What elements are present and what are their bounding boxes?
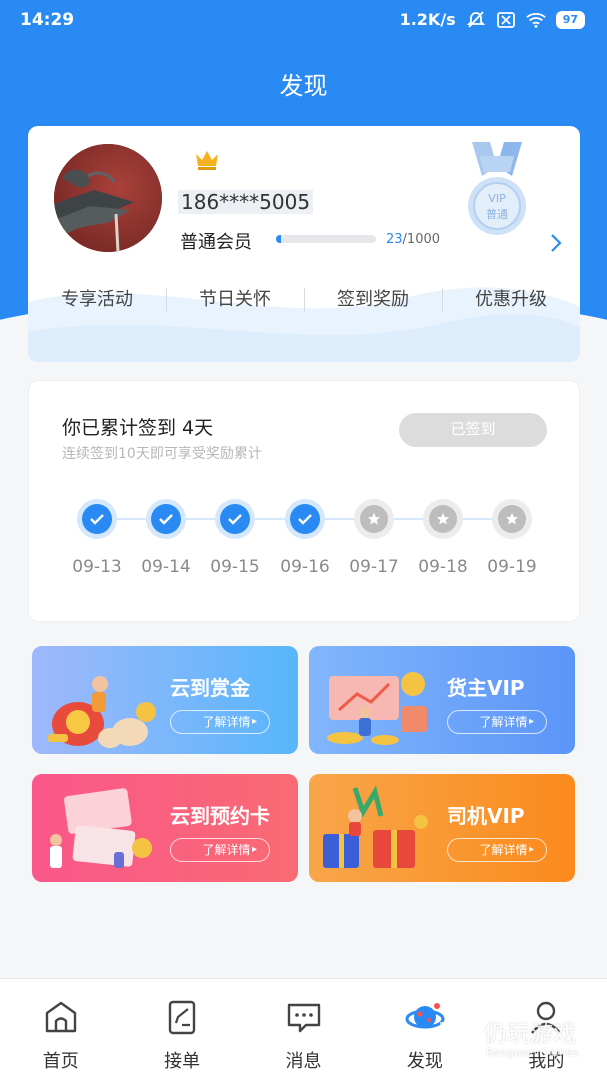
menu-holiday-care[interactable]: 节日关怀	[166, 282, 304, 318]
checkin-day: 09-16	[276, 499, 334, 577]
checkin-day-marker	[215, 499, 255, 539]
checkin-day-date: 09-19	[487, 557, 537, 577]
message-icon	[287, 1003, 320, 1033]
points-progress-fill	[276, 235, 281, 243]
checkin-day-date: 09-13	[72, 557, 122, 577]
phone-number: 186****5005	[178, 190, 314, 214]
menu-checkin-rewards[interactable]: 签到奖励	[304, 282, 442, 318]
checkin-title: 你已累计签到 4天	[62, 417, 214, 439]
check-icon	[298, 514, 312, 525]
watermark-logo-icon	[440, 1020, 477, 1056]
star-icon	[368, 513, 380, 525]
member-level: 普通会员	[180, 232, 252, 253]
points-progress-bar	[276, 235, 376, 243]
checked-in-button[interactable]: 已签到	[399, 413, 547, 447]
status-icons: 1.2K/s 97	[400, 10, 585, 29]
check-icon	[159, 514, 173, 525]
tab-messages[interactable]: 消息	[243, 979, 364, 1080]
points-progress-text: 23/1000	[386, 232, 440, 247]
page-title: 发现	[279, 72, 328, 100]
checkin-card: 你已累计签到 4天 连续签到10天即可享受奖励累计 已签到 09-13 09-1…	[28, 380, 580, 622]
checkin-day: 09-14	[137, 499, 195, 577]
checkin-day: 09-17	[345, 499, 403, 577]
home-icon	[45, 1001, 76, 1033]
watermark: 仍玩游戏 Rengwan Games	[432, 1012, 602, 1062]
status-time: 14:29	[20, 10, 75, 30]
learn-more-button[interactable]: 了解详情	[447, 838, 547, 862]
checkin-day: 09-18	[414, 499, 472, 577]
check-icon	[228, 514, 242, 525]
checkin-day: 09-19	[483, 499, 541, 577]
network-speed: 1.2K/s	[399, 10, 456, 29]
watermark-text: 仍玩游戏	[484, 1021, 576, 1047]
watermark-subtext: Rengwan Games	[486, 1046, 579, 1059]
checkin-day-date: 09-14	[141, 557, 191, 577]
status-bar: 14:29 1.2K/s 97	[0, 0, 607, 42]
chevron-right-icon[interactable]	[548, 232, 564, 254]
no-sim-icon	[496, 11, 515, 28]
checkin-day: 09-13	[68, 499, 126, 577]
promo-card-shipper-vip[interactable]: 货主VIP 了解详情	[309, 646, 575, 754]
vip-medal-icon: VIP 普通	[468, 142, 526, 235]
promo-title: 云到预约卡	[170, 804, 270, 828]
menu-discount-upgrade[interactable]: 优惠升级	[442, 282, 580, 318]
points-current: 23	[386, 232, 403, 247]
checkin-day-marker	[354, 499, 394, 539]
checkin-subtitle: 连续签到10天即可享受奖励累计	[62, 446, 262, 462]
checkin-day: 09-15	[206, 499, 264, 577]
crown-icon	[196, 151, 218, 170]
tab-orders[interactable]: 接单	[121, 979, 242, 1080]
checkin-day-marker	[423, 499, 463, 539]
checkin-day-date: 09-16	[280, 557, 330, 577]
checkin-day-marker	[492, 499, 532, 539]
member-menu: 专享活动 节日关怀 签到奖励 优惠升级	[28, 282, 580, 318]
order-icon	[168, 1000, 196, 1035]
medal-vip-text: VIP	[488, 192, 506, 205]
wifi-icon	[525, 12, 546, 28]
avatar-image	[54, 144, 162, 252]
checkin-day-date: 09-15	[210, 557, 260, 577]
medal-level-text: 普通	[486, 207, 508, 221]
checkin-day-marker	[146, 499, 186, 539]
points-total: /1000	[402, 232, 441, 247]
star-icon	[506, 513, 518, 525]
checkin-day-marker	[285, 499, 325, 539]
promo-title: 云到赏金	[170, 676, 250, 700]
tab-label: 消息	[285, 1051, 322, 1072]
checkin-track: 09-13 09-14 09-15 09-16 09-17 09-18 09-1…	[69, 499, 549, 579]
checkin-day-marker	[77, 499, 117, 539]
gift-boxes-illustration	[323, 785, 428, 868]
tab-home[interactable]: 首页	[0, 979, 121, 1080]
learn-more-button[interactable]: 了解详情	[170, 838, 270, 862]
promo-title: 货主VIP	[447, 676, 525, 700]
checkin-day-date: 09-17	[349, 557, 399, 577]
promo-card-reservation-card[interactable]: 云到预约卡 了解详情	[32, 774, 298, 882]
promo-card-driver-vip[interactable]: 司机VIP 了解详情	[309, 774, 575, 882]
learn-more-button[interactable]: 了解详情	[170, 710, 270, 734]
member-card[interactable]: 186****5005 普通会员 23/1000 VIP 普通 专享活动 节日关…	[28, 126, 580, 362]
mute-bell-icon	[466, 10, 485, 28]
check-icon	[90, 514, 104, 525]
menu-exclusive-activities[interactable]: 专享活动	[28, 282, 166, 318]
tab-label: 首页	[42, 1051, 79, 1072]
star-icon	[437, 513, 449, 525]
tab-label: 接单	[164, 1051, 201, 1072]
coins-runner-illustration	[48, 676, 156, 748]
promo-card-cloud-bounty[interactable]: 云到赏金 了解详情	[32, 646, 298, 754]
shipper-illustration	[327, 672, 427, 745]
learn-more-button[interactable]: 了解详情	[447, 710, 547, 734]
avatar[interactable]	[54, 144, 162, 252]
checkin-day-date: 09-18	[418, 557, 468, 577]
promo-title: 司机VIP	[447, 804, 525, 828]
reservation-card-illustration	[50, 788, 152, 868]
battery-indicator: 97	[555, 10, 585, 29]
